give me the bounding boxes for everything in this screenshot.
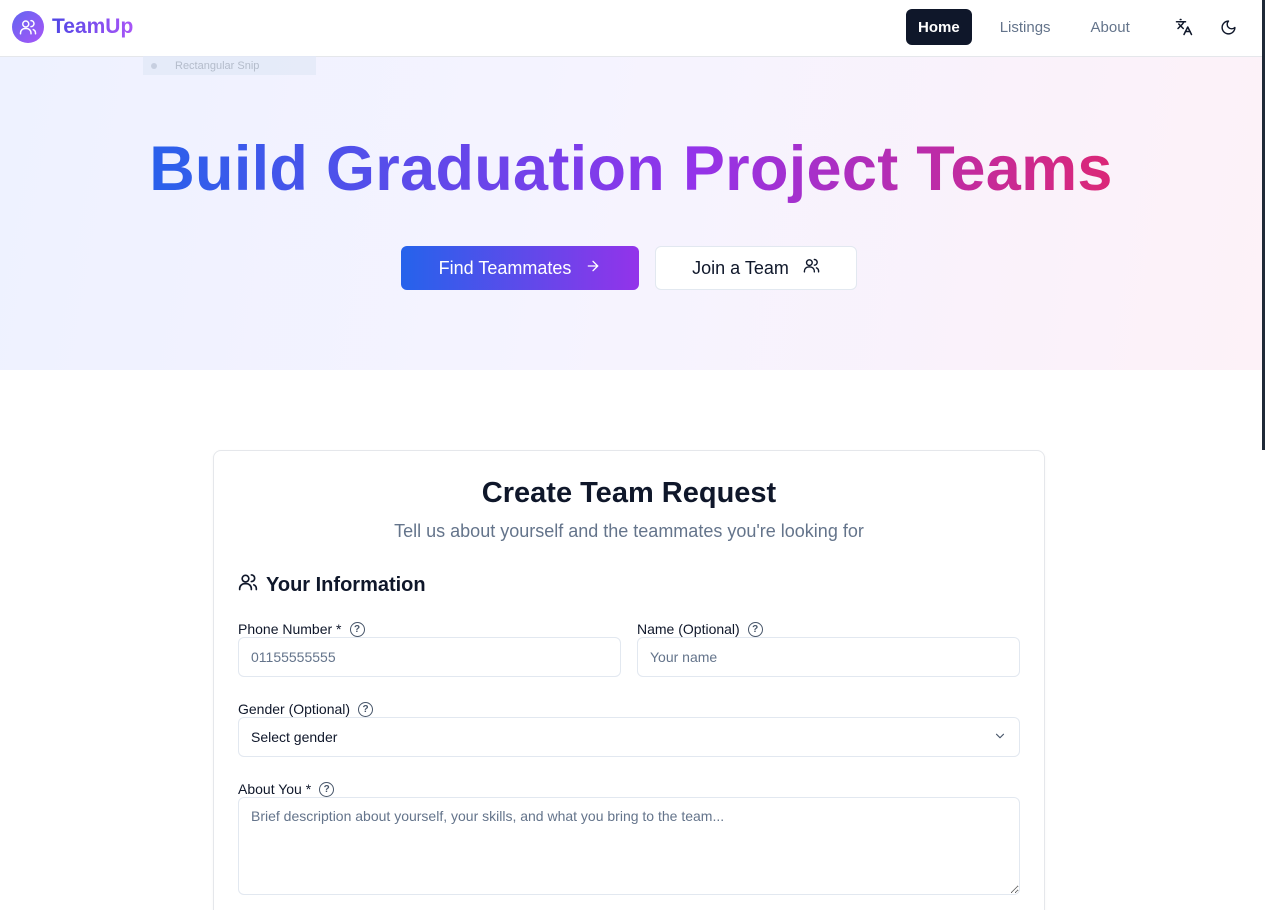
nav-home[interactable]: Home: [906, 9, 972, 45]
snip-overlay: Rectangular Snip: [143, 56, 316, 75]
users-icon: [12, 11, 44, 43]
about-label-text: About You *: [238, 781, 312, 797]
moon-icon[interactable]: [1215, 14, 1241, 40]
join-team-button[interactable]: Join a Team: [655, 246, 857, 290]
top-navbar: TeamUp Home Listings About: [0, 0, 1262, 57]
name-label-text: Name (Optional): [637, 621, 740, 637]
name-input[interactable]: [637, 637, 1020, 677]
your-information-heading: Your Information: [238, 572, 426, 598]
chevron-down-icon: [993, 729, 1007, 746]
snip-overlay-text: Rectangular Snip: [175, 59, 260, 72]
brand-name: TeamUp: [52, 15, 134, 38]
brand[interactable]: TeamUp: [12, 11, 133, 43]
arrow-right-icon: [585, 258, 601, 279]
find-teammates-button[interactable]: Find Teammates: [401, 246, 639, 290]
gender-label-text: Gender (Optional): [238, 701, 351, 717]
hero-section: Build Graduation Project Teams Find Team…: [0, 57, 1262, 370]
users-icon: [238, 572, 258, 598]
nav-about[interactable]: About: [1079, 9, 1142, 45]
phone-input[interactable]: [238, 637, 621, 677]
find-teammates-label: Find Teammates: [438, 257, 572, 278]
about-label: About You * ?: [238, 781, 335, 797]
phone-label-text: Phone Number *: [238, 621, 342, 637]
nav-listings[interactable]: Listings: [988, 9, 1063, 45]
help-circle-icon[interactable]: ?: [747, 621, 763, 637]
gender-label: Gender (Optional) ?: [238, 701, 374, 717]
hero-title: Build Graduation Project Teams: [0, 133, 1262, 205]
main-nav: Home Listings About: [906, 9, 1142, 45]
help-circle-icon[interactable]: ?: [349, 621, 365, 637]
join-team-label: Join a Team: [692, 257, 789, 278]
snip-dot-icon: [151, 62, 157, 69]
users-icon: [803, 257, 820, 279]
translate-icon[interactable]: [1171, 14, 1197, 40]
gender-select-value: Select gender: [251, 729, 338, 745]
about-textarea[interactable]: [238, 797, 1020, 895]
phone-label: Phone Number * ?: [238, 621, 365, 637]
form-title: Create Team Request: [481, 477, 777, 509]
section-title: Your Information: [266, 573, 426, 596]
help-circle-icon[interactable]: ?: [358, 701, 374, 717]
form-subtitle: Tell us about yourself and the teammates…: [394, 521, 864, 541]
help-circle-icon[interactable]: ?: [319, 781, 335, 797]
gender-select[interactable]: Select gender: [238, 717, 1020, 757]
name-label: Name (Optional) ?: [637, 621, 763, 637]
create-team-request-card: Create Team Request Tell us about yourse…: [213, 450, 1045, 910]
